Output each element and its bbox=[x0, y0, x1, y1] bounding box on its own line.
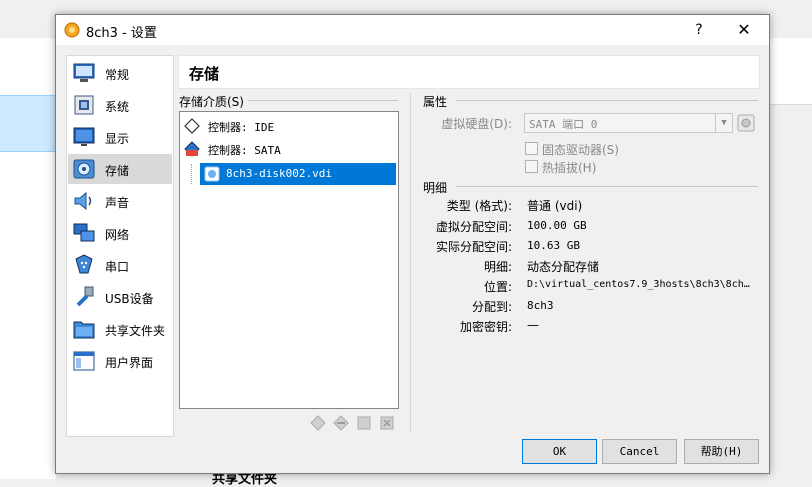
tree-connector bbox=[191, 164, 193, 184]
speaker-icon bbox=[74, 191, 92, 211]
details-divider bbox=[456, 186, 758, 187]
usb-icon bbox=[76, 286, 94, 307]
detail-label-attached-to: 分配到: bbox=[471, 300, 512, 314]
ok-button[interactable]: OK bbox=[522, 439, 597, 464]
virtualbox-icon bbox=[64, 22, 80, 38]
details-title: 明细 bbox=[423, 181, 448, 195]
display-icon bbox=[73, 127, 95, 146]
nav-label: 网络 bbox=[105, 228, 130, 242]
help-button[interactable]: 帮助(H) bbox=[684, 439, 759, 464]
detail-value-type: 普通 (vdi) bbox=[527, 199, 583, 213]
attributes-title: 属性 bbox=[423, 95, 448, 109]
network-icon bbox=[73, 223, 95, 242]
cancel-button[interactable]: Cancel bbox=[602, 439, 677, 464]
nav-item-audio[interactable]: 声音 bbox=[68, 186, 172, 216]
solid-state-checkbox[interactable] bbox=[525, 142, 538, 155]
title-bar: 8ch3 - 设置 ? ✕ bbox=[56, 15, 769, 45]
nav-item-serial[interactable]: 串口 bbox=[68, 250, 172, 280]
nav-label: USB设备 bbox=[105, 292, 154, 306]
virtual-disk-select[interactable]: SATA 端口 0 ▼ bbox=[524, 113, 733, 133]
background-right-white bbox=[768, 38, 812, 104]
remove-attachment-icon[interactable] bbox=[379, 415, 395, 431]
monitor-icon bbox=[73, 63, 95, 82]
detail-label-location: 位置: bbox=[483, 280, 512, 294]
attributes-divider bbox=[456, 100, 758, 101]
nav-label: 声音 bbox=[105, 196, 130, 210]
tree-item-sata-controller[interactable]: 控制器: SATA bbox=[184, 139, 394, 159]
hot-pluggable-checkbox[interactable] bbox=[525, 160, 538, 173]
page-header: 存储 bbox=[178, 55, 760, 89]
tree-item-label: 8ch3-disk002.vdi bbox=[226, 167, 332, 180]
nav-label: 用户界面 bbox=[105, 356, 154, 370]
nav-item-network[interactable]: 网络 bbox=[68, 218, 172, 248]
detail-label-actual-size: 实际分配空间: bbox=[435, 240, 512, 254]
tree-item-ide-controller[interactable]: 控制器: IDE bbox=[184, 116, 394, 136]
nav-item-usb[interactable]: USB设备 bbox=[68, 282, 172, 312]
nav-item-system[interactable]: 系统 bbox=[68, 90, 172, 120]
settings-nav: 常规 系统 显示 存储 声音 网络 串口 USB设备 共享文件夹 用户界面 bbox=[66, 55, 174, 437]
background-right-divider bbox=[768, 104, 812, 105]
nav-item-shared-folders[interactable]: 共享文件夹 bbox=[68, 314, 172, 344]
tree-item-disk[interactable]: 8ch3-disk002.vdi bbox=[200, 163, 396, 185]
folder-icon bbox=[73, 321, 95, 339]
storage-media-label: 存储介质(S) bbox=[179, 95, 244, 109]
storage-tree[interactable]: 控制器: IDE 控制器: SATA 8ch3-disk002.vdi bbox=[179, 111, 399, 409]
solid-state-label: 固态驱动器(S) bbox=[542, 143, 619, 157]
choose-disk-icon[interactable] bbox=[736, 113, 756, 133]
help-title-button[interactable]: ? bbox=[686, 19, 712, 41]
serial-port-icon bbox=[75, 254, 93, 274]
nav-label: 串口 bbox=[105, 260, 130, 274]
nav-item-storage[interactable]: 存储 bbox=[68, 154, 172, 184]
background-top bbox=[180, 0, 780, 14]
detail-value-attached-to: 8ch3 bbox=[527, 299, 554, 312]
detail-label-type: 类型 (格式): bbox=[446, 199, 512, 213]
remove-controller-icon[interactable] bbox=[333, 415, 349, 431]
nav-item-user-interface[interactable]: 用户界面 bbox=[68, 346, 172, 376]
add-controller-icon[interactable] bbox=[310, 415, 326, 431]
detail-value-virtual-size: 100.00 GB bbox=[527, 219, 587, 232]
nav-item-display[interactable]: 显示 bbox=[68, 122, 172, 152]
detail-value-location: D:\virtual_centos7.9_3hosts\8ch3\8ch… bbox=[527, 279, 750, 290]
nav-label: 显示 bbox=[105, 132, 130, 146]
close-button[interactable]: ✕ bbox=[730, 19, 758, 41]
storage-divider bbox=[248, 100, 398, 101]
hard-disk-icon bbox=[204, 166, 220, 182]
window-title: 8ch3 - 设置 bbox=[86, 26, 157, 41]
page-title: 存储 bbox=[189, 65, 220, 83]
chip-icon bbox=[74, 95, 94, 115]
add-attachment-icon[interactable] bbox=[356, 415, 372, 431]
panel-divider bbox=[410, 93, 411, 433]
sata-controller-icon bbox=[184, 141, 200, 157]
settings-dialog: 8ch3 - 设置 ? ✕ 常规 系统 显示 存储 声音 网络 串口 USB设备… bbox=[55, 14, 770, 474]
nav-item-general[interactable]: 常规 bbox=[68, 58, 172, 88]
detail-value-actual-size: 10.63 GB bbox=[527, 239, 580, 252]
chevron-down-icon: ▼ bbox=[715, 114, 732, 132]
nav-label: 共享文件夹 bbox=[105, 324, 166, 338]
virtual-disk-value: SATA 端口 0 bbox=[529, 118, 598, 131]
detail-label-virtual-size: 虚拟分配空间: bbox=[435, 220, 512, 234]
nav-label: 存储 bbox=[105, 164, 130, 178]
detail-label-encryption-key: 加密密钥: bbox=[459, 320, 512, 334]
background-selected-item bbox=[0, 95, 56, 152]
detail-label-details: 明细: bbox=[483, 260, 512, 274]
virtual-disk-label: 虚拟硬盘(D): bbox=[441, 117, 512, 131]
tree-item-label: 控制器: IDE bbox=[208, 121, 275, 134]
tree-item-label: 控制器: SATA bbox=[208, 144, 281, 157]
detail-value-details: 动态分配存储 bbox=[527, 260, 600, 274]
nav-label: 常规 bbox=[105, 68, 130, 82]
detail-value-encryption-key: — bbox=[527, 318, 539, 332]
window-icon bbox=[73, 351, 95, 371]
hot-pluggable-label: 热插拔(H) bbox=[542, 161, 597, 175]
disk-icon bbox=[73, 159, 95, 179]
ide-controller-icon bbox=[184, 118, 200, 134]
nav-label: 系统 bbox=[105, 100, 130, 114]
